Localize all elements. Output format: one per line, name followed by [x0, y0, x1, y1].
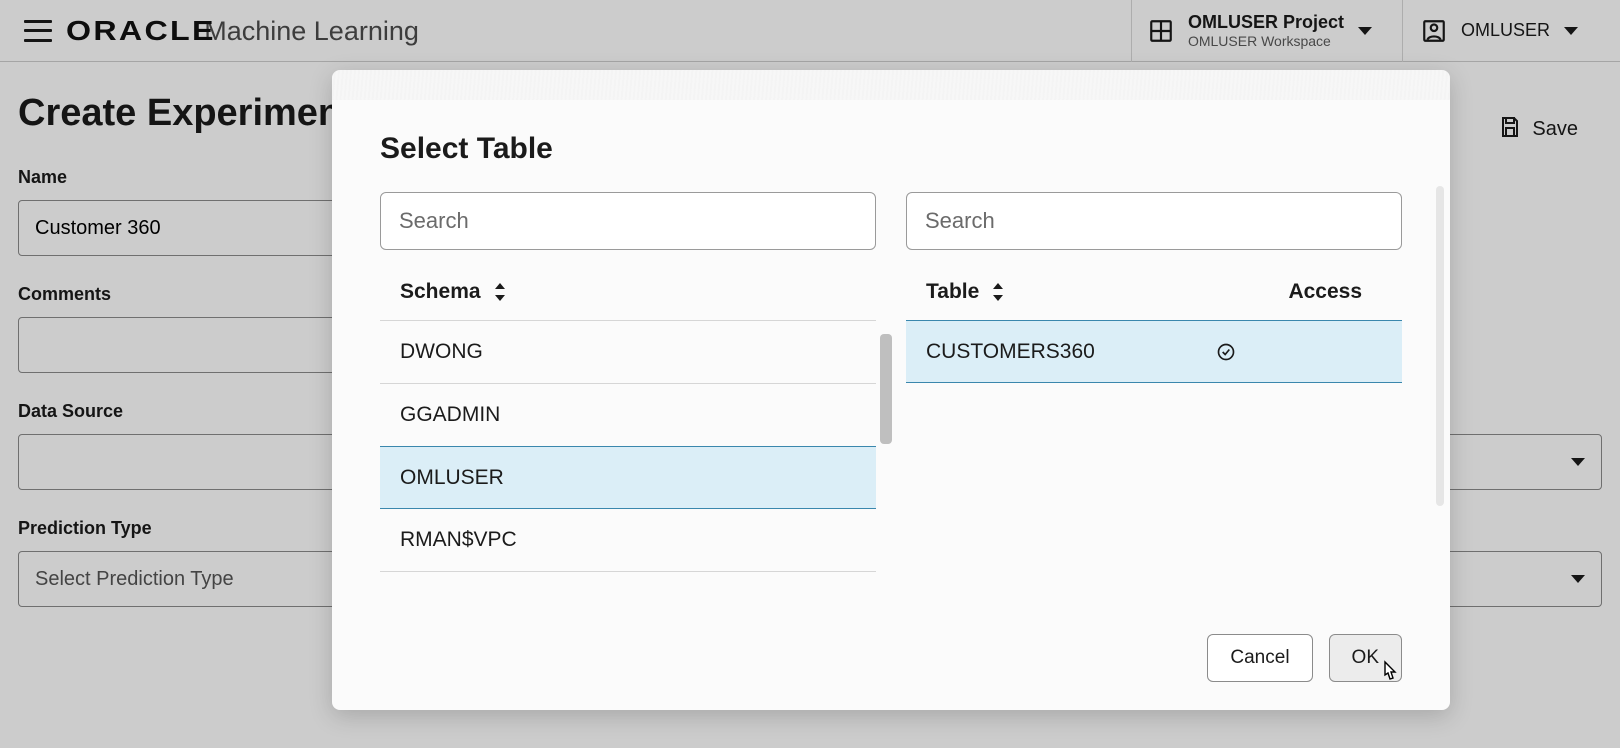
select-table-modal: Select Table Schema DWONGGGADMINOMLUSERR… — [332, 70, 1450, 710]
cancel-button[interactable]: Cancel — [1207, 634, 1312, 682]
access-cell — [1212, 342, 1382, 362]
table-list: CUSTOMERS360 — [906, 320, 1402, 383]
modal-title: Select Table — [380, 132, 1402, 166]
schema-row[interactable]: GGADMIN — [380, 384, 876, 447]
modal-decor — [332, 70, 1450, 100]
ok-button[interactable]: OK — [1329, 634, 1402, 682]
table-header-label: Table — [926, 280, 979, 304]
sort-icon — [991, 283, 1005, 301]
modal-scrollbar[interactable] — [1436, 186, 1444, 506]
ok-label: OK — [1352, 647, 1379, 669]
schema-scrollbar[interactable] — [880, 334, 892, 444]
cancel-label: Cancel — [1230, 647, 1289, 669]
schema-list: DWONGGGADMINOMLUSERRMAN$VPC — [380, 320, 876, 572]
table-row[interactable]: CUSTOMERS360 — [906, 320, 1402, 383]
schema-row[interactable]: RMAN$VPC — [380, 509, 876, 572]
schema-row[interactable]: OMLUSER — [380, 446, 876, 509]
access-column-header: Access — [1268, 250, 1402, 320]
schema-pane: Schema DWONGGGADMINOMLUSERRMAN$VPC — [380, 192, 876, 620]
table-name: CUSTOMERS360 — [926, 340, 1212, 364]
schema-row[interactable]: DWONG — [380, 321, 876, 384]
table-search-input[interactable] — [906, 192, 1402, 250]
check-circle-icon — [1216, 342, 1236, 362]
table-column-header[interactable]: Table — [906, 250, 1268, 320]
schema-search-input[interactable] — [380, 192, 876, 250]
sort-icon — [493, 283, 507, 301]
schema-column-header[interactable]: Schema — [380, 250, 876, 320]
access-header-label: Access — [1288, 280, 1362, 304]
table-pane: Table Access CUSTOMERS360 — [906, 192, 1402, 620]
schema-header-label: Schema — [400, 280, 481, 304]
